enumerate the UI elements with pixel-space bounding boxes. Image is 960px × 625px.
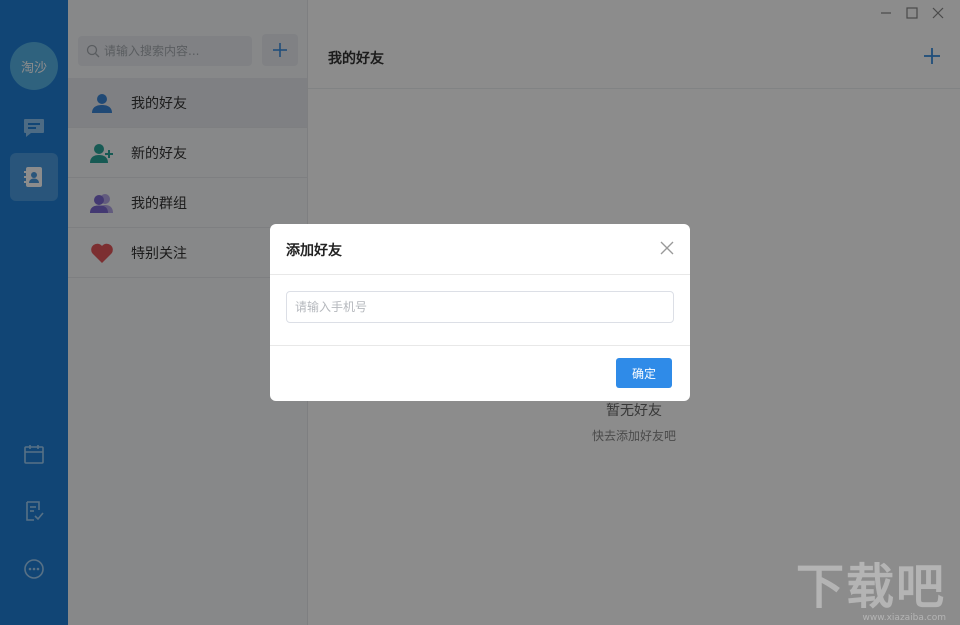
- watermark-url: www.xiazaiba.com: [862, 613, 946, 623]
- phone-input[interactable]: [286, 291, 674, 323]
- divider: [270, 274, 690, 275]
- add-friend-dialog: 添加好友 确定: [270, 224, 690, 401]
- confirm-button[interactable]: 确定: [616, 358, 672, 388]
- dialog-title: 添加好友: [286, 243, 342, 259]
- close-icon[interactable]: [660, 241, 674, 255]
- divider: [270, 345, 690, 346]
- watermark-logo: 下载吧: [795, 559, 946, 615]
